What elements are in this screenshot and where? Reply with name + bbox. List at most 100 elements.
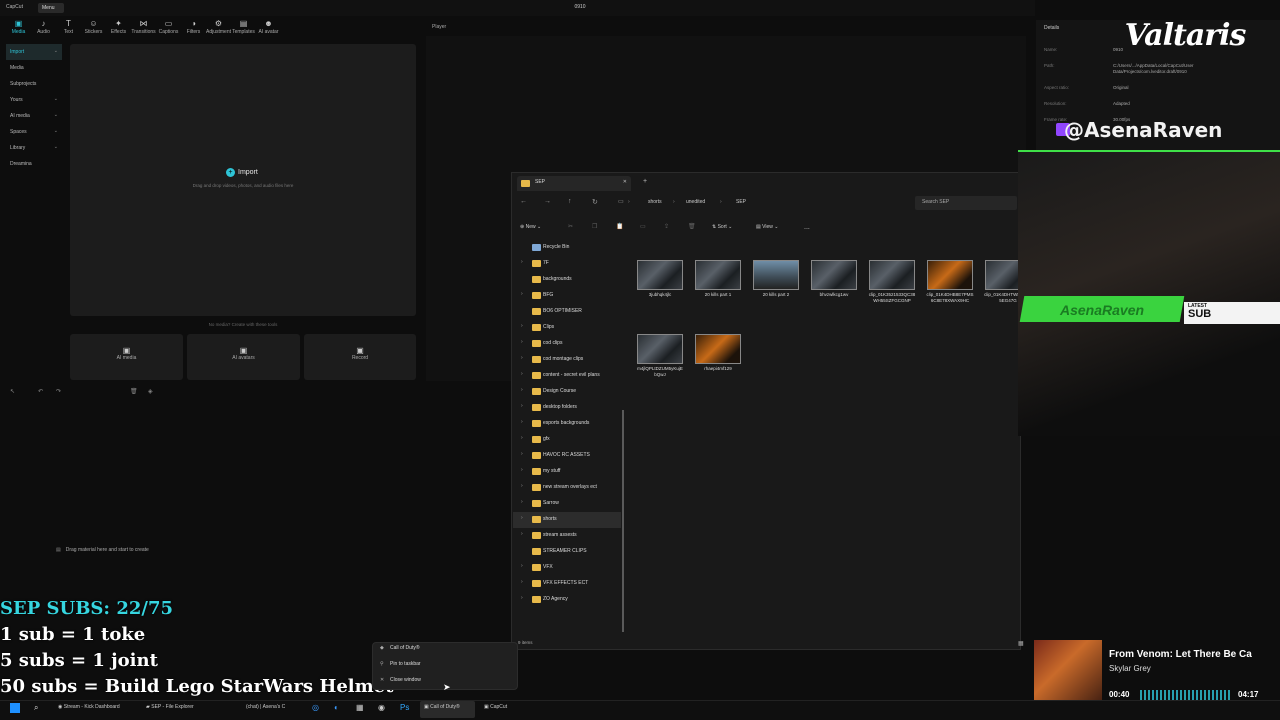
toolbar-tab-audio[interactable]: ♪ Audio [31, 16, 56, 40]
chevron-right-icon[interactable]: › [521, 531, 523, 537]
tree-item-streamer-clips[interactable]: STREAMER CLIPS [513, 544, 621, 560]
record-button[interactable]: ▣ Record [304, 334, 416, 380]
toolbar-tab-ai-avatar[interactable]: ☻ AI avatar [256, 16, 281, 40]
taskbar-item-chat[interactable]: (chat) | Asena's C [246, 704, 285, 710]
file-item[interactable]: rhaepi4mf129 [694, 334, 742, 372]
chevron-right-icon[interactable]: › [521, 467, 523, 473]
toolbar-tab-templates[interactable]: ▤ Templates [231, 16, 256, 40]
chevron-right-icon[interactable]: › [521, 339, 523, 345]
tree-item-bo6-optimiser[interactable]: BO6 OPTIMISER [513, 304, 621, 320]
breadcrumb-shorts[interactable]: shorts [648, 199, 662, 205]
chevron-right-icon[interactable]: › [521, 419, 523, 425]
copy-icon[interactable]: ❐ [592, 223, 597, 230]
ctx-pin-item[interactable]: ⚲ Pin to taskbar [380, 661, 421, 667]
menu-button[interactable]: Menu [38, 3, 64, 13]
taskbar-item-explorer[interactable]: ▰ SEP - File Explorer [146, 704, 194, 710]
ctx-app-item[interactable]: ◆ Call of Duty® [380, 645, 420, 651]
chevron-right-icon[interactable]: › [521, 291, 523, 297]
obs-icon[interactable]: ◉ [378, 703, 385, 712]
tree-scrollbar[interactable] [622, 410, 624, 632]
tree-item-cod-montage-clips[interactable]: › cod montage clips [513, 352, 621, 368]
back-icon[interactable]: ← [520, 198, 527, 205]
file-item[interactable]: 20 kills part 2 [752, 260, 800, 298]
view-button[interactable]: ▤ View ⌄ [756, 224, 778, 230]
explorer-search-input[interactable]: Search SEP [915, 196, 1017, 210]
tree-item-desktop-folders[interactable]: › desktop folders [513, 400, 621, 416]
sidebar-item-dreamina[interactable]: Dreamina [6, 156, 62, 172]
forward-icon[interactable]: → [544, 198, 551, 205]
tree-item-vfx-effects-ect[interactable]: › VFX EFFECTS ECT [513, 576, 621, 592]
explorer-tab[interactable]: SEP ✕ [517, 176, 631, 191]
breadcrumb-sep[interactable]: SEP [736, 199, 746, 205]
ctx-close-item[interactable]: ✕ Close window [380, 677, 421, 683]
tree-item-cod-clips[interactable]: › cod clips [513, 336, 621, 352]
toolbar-tab-filters[interactable]: ◑ Filters [181, 16, 206, 40]
marker-icon[interactable]: ◈ [148, 388, 153, 395]
chevron-right-icon[interactable]: › [521, 259, 523, 265]
edge-icon[interactable]: ◐ [334, 703, 339, 712]
import-button[interactable]: + Import [226, 168, 258, 177]
delete-icon[interactable]: 🗑 [688, 223, 696, 230]
tree-item-shorts[interactable]: › shorts [513, 512, 621, 528]
tree-item-new-stream-overlays-ect[interactable]: › new stream overlays ect [513, 480, 621, 496]
sidebar-item-ai-media[interactable]: AI media ⌄ [6, 108, 62, 124]
tree-item-gfx[interactable]: › gfx [513, 432, 621, 448]
redo-icon[interactable]: ↷ [56, 388, 61, 395]
tree-item-design-course[interactable]: › Design Course [513, 384, 621, 400]
tree-item-havoc-rc-assets[interactable]: › HAVOC RC ASSETS [513, 448, 621, 464]
chevron-right-icon[interactable]: › [521, 323, 523, 329]
tree-item-zo-agency[interactable]: › ZO Agency [513, 592, 621, 608]
select-tool-icon[interactable]: ↖ [10, 388, 15, 395]
cut-icon[interactable]: ✂ [568, 223, 573, 230]
tree-item-7f[interactable]: › 7F [513, 256, 621, 272]
sidebar-item-import[interactable]: Import ⌄ [6, 44, 62, 60]
tree-item-bfg[interactable]: › BFG [513, 288, 621, 304]
steam-icon[interactable]: ◎ [312, 703, 319, 712]
tree-item-backgrounds[interactable]: backgrounds [513, 272, 621, 288]
taskbar-item-capcut[interactable]: ▣ CapCut [484, 704, 507, 710]
media-panel[interactable] [70, 44, 416, 316]
up-icon[interactable]: ↑ [568, 198, 572, 205]
toolbar-tab-adjustment[interactable]: ⚙ Adjustment [206, 16, 231, 40]
file-item[interactable]: clip_01K4DHB8E7PMS6C8E78XWAX9HC [926, 260, 974, 303]
paste-icon[interactable]: 📋 [616, 223, 623, 230]
sidebar-item-subprojects[interactable]: Subprojects [6, 76, 62, 92]
chevron-right-icon[interactable]: › [521, 563, 523, 569]
chevron-right-icon[interactable]: › [521, 499, 523, 505]
new-tab-icon[interactable]: + [643, 178, 647, 185]
tree-item-vfx[interactable]: › VFX [513, 560, 621, 576]
chevron-right-icon[interactable]: › [521, 515, 523, 521]
file-item[interactable]: m4jlQPLtDZUM5yKujEbQwJ [636, 334, 684, 377]
chevron-right-icon[interactable]: › [521, 435, 523, 441]
tree-item-sarrow[interactable]: › Sarrow [513, 496, 621, 512]
chevron-right-icon[interactable]: › [521, 595, 523, 601]
photoshop-icon[interactable]: Ps [400, 703, 409, 712]
breadcrumb-unedited[interactable]: unedited [686, 199, 705, 205]
sidebar-item-yours[interactable]: Yours ⌄ [6, 92, 62, 108]
file-item[interactable]: 20 kills part 1 [694, 260, 742, 298]
toolbar-tab-effects[interactable]: ✦ Effects [106, 16, 131, 40]
chevron-right-icon[interactable]: › [521, 451, 523, 457]
tree-item-recycle-bin[interactable]: Recycle Bin [513, 240, 621, 256]
sort-button[interactable]: ⇅ Sort ⌄ [712, 224, 732, 230]
sidebar-item-library[interactable]: Library ⌄ [6, 140, 62, 156]
toolbar-tab-stickers[interactable]: ☺ Stickers [81, 16, 106, 40]
taskbar-item-kick[interactable]: ◉ Stream - Kick Dashboard [58, 704, 120, 710]
toolbar-tab-media[interactable]: ▣ Media [6, 16, 31, 40]
tree-item-clips[interactable]: › Clips [513, 320, 621, 336]
chevron-right-icon[interactable]: › [521, 371, 523, 377]
tree-item-content-secret-evil-plans[interactable]: › content - secret evil plans [513, 368, 621, 384]
undo-icon[interactable]: ↶ [38, 388, 43, 395]
toolbar-tab-captions[interactable]: ▭ Captions [156, 16, 181, 40]
chevron-right-icon[interactable]: › [521, 355, 523, 361]
chevron-right-icon[interactable]: › [521, 387, 523, 393]
chevron-right-icon[interactable]: › [521, 483, 523, 489]
share-icon[interactable]: ⇪ [664, 223, 669, 230]
ai-media-button[interactable]: ▣ AI media [70, 334, 183, 380]
rename-icon[interactable]: ▭ [640, 223, 646, 230]
calculator-icon[interactable]: ▦ [356, 703, 364, 712]
file-item[interactable]: clip_01K3521533QC38WH55SZFGCGNP [868, 260, 916, 303]
chevron-right-icon[interactable]: › [521, 579, 523, 585]
tree-item-esports-backgrounds[interactable]: › esports backgrounds [513, 416, 621, 432]
sidebar-item-media[interactable]: Media [6, 60, 62, 76]
